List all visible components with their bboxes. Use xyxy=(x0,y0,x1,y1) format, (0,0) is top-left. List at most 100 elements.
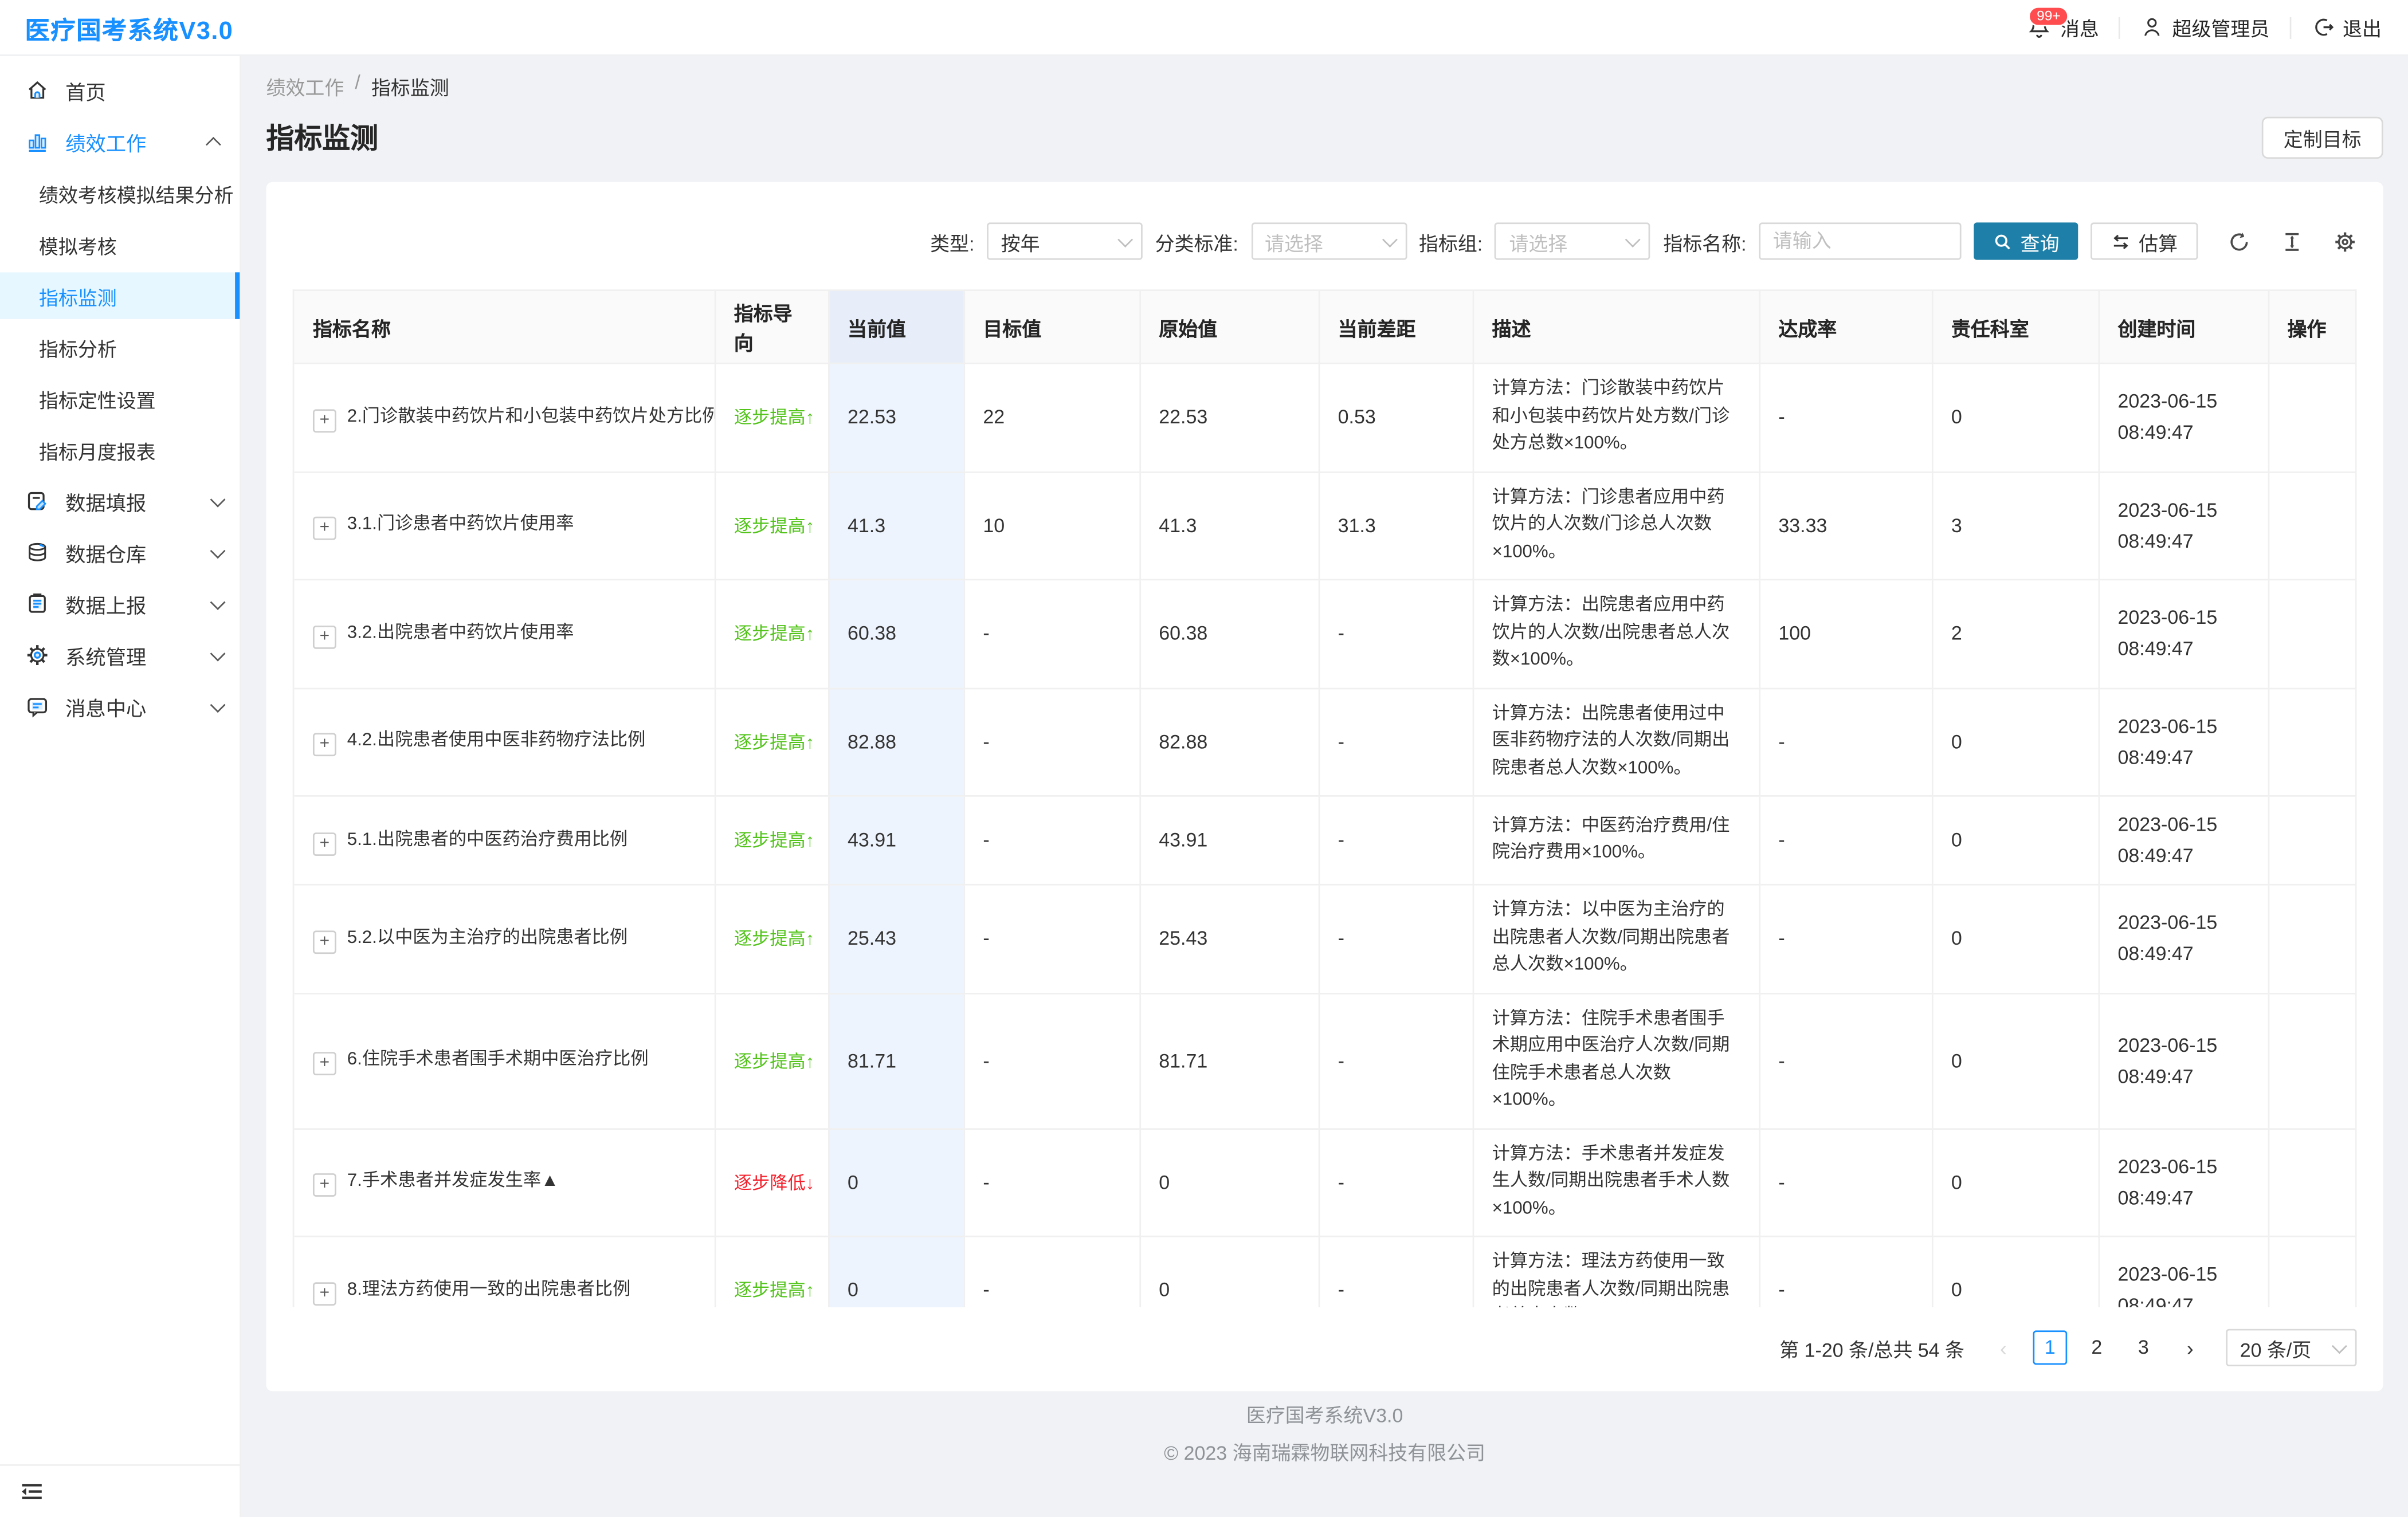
bell-icon: 99+ xyxy=(2027,15,2052,40)
page-number-2[interactable]: 2 xyxy=(2080,1330,2114,1365)
direction-value: 逐步提高↑ xyxy=(734,832,815,851)
settings-gear-icon[interactable] xyxy=(2334,230,2357,253)
col-created-time: 创建时间 xyxy=(2099,291,2268,363)
row-actions xyxy=(2268,471,2357,580)
responsible-dept: 0 xyxy=(1932,796,2099,885)
direction-value: 逐步提高↑ xyxy=(734,626,815,645)
subitem-label: 模拟考核 xyxy=(39,230,117,260)
created-time: 2023-06-15 08:49:47 xyxy=(2099,1236,2268,1307)
category-label: 分类标准: xyxy=(1155,226,1238,256)
achievement-rate: - xyxy=(1759,885,1932,993)
direction-value: 逐步提高↑ xyxy=(734,518,815,537)
filter-bar: 类型: 按年 分类标准: 请选择 指标组: 请选择 指标名称: xyxy=(293,222,2357,260)
sidebar-group-data-reporting[interactable]: 数据上报 xyxy=(0,580,240,627)
refresh-icon[interactable] xyxy=(2227,230,2251,253)
sidebar-footer xyxy=(0,1464,240,1517)
sidebar-group-data-warehouse[interactable]: 数据仓库 xyxy=(0,529,240,576)
page-number-1[interactable]: 1 xyxy=(2033,1330,2067,1365)
col-direction: 指标导向 xyxy=(715,291,828,363)
row-actions xyxy=(2268,1236,2357,1307)
page-number-3[interactable]: 3 xyxy=(2126,1330,2160,1365)
row-actions xyxy=(2268,580,2357,688)
indicator-name-input[interactable] xyxy=(1759,222,1961,260)
subitem-label: 指标月度报表 xyxy=(39,435,156,465)
target-value: 10 xyxy=(963,471,1139,580)
target-value: - xyxy=(963,1128,1139,1236)
row-height-icon[interactable] xyxy=(2280,230,2304,253)
subitem-label: 绩效考核模拟结果分析 xyxy=(39,178,234,208)
expand-row-button[interactable]: + xyxy=(313,1282,336,1306)
page-footer: 医疗国考系统V3.0 © 2023 海南瑞霖物联网科技有限公司 xyxy=(241,1405,2408,1466)
clipboard-icon xyxy=(25,591,49,616)
pagination-summary: 第 1-20 条/总共 54 条 xyxy=(1779,1333,1964,1363)
sidebar-item-home[interactable]: 首页 xyxy=(0,67,240,113)
sidebar-subitem-simulation-assessment[interactable]: 模拟考核 xyxy=(0,221,240,268)
current-gap-value: - xyxy=(1319,796,1473,885)
current-gap-value: - xyxy=(1319,580,1473,688)
table-row: +4.2.出院患者使用中医非药物疗法比例 逐步提高↑ 82.88 - 82.88… xyxy=(294,688,2356,796)
estimate-button[interactable]: 估算 xyxy=(2091,222,2198,260)
message-bubble-icon xyxy=(25,694,49,718)
expand-row-button[interactable]: + xyxy=(313,409,336,433)
col-responsible-dept: 责任科室 xyxy=(1932,291,2099,363)
expand-row-button[interactable]: + xyxy=(313,1052,336,1075)
app-root: 医疗国考系统V3.0 99+ 消息 超级管理员 退 xyxy=(0,0,2408,1517)
direction-value: 逐步降低↓ xyxy=(734,1174,815,1193)
responsible-dept: 0 xyxy=(1932,688,2099,796)
category-select[interactable]: 请选择 xyxy=(1251,222,1407,260)
chevron-down-icon xyxy=(1626,231,1641,247)
indicator-name: 2.门诊散装中药饮片和小包装中药饮片处方比例▲ xyxy=(347,407,715,426)
search-button[interactable]: 查询 xyxy=(1974,222,2078,260)
user-menu[interactable]: 超级管理员 xyxy=(2141,13,2269,42)
bar-chart-icon xyxy=(25,129,49,154)
expand-row-button[interactable]: + xyxy=(313,832,336,855)
home-icon xyxy=(25,78,49,103)
expand-row-button[interactable]: + xyxy=(313,733,336,757)
expand-row-button[interactable]: + xyxy=(313,930,336,954)
type-label: 类型: xyxy=(930,226,974,256)
sidebar-group-label: 消息中心 xyxy=(65,691,146,721)
message-count-badge: 99+ xyxy=(2029,6,2069,26)
type-select[interactable]: 按年 xyxy=(987,222,1143,260)
sidebar-group-system-management[interactable]: 系统管理 xyxy=(0,632,240,678)
page-title: 指标监测 xyxy=(266,117,378,158)
header-divider xyxy=(2290,17,2292,38)
sidebar-group-label: 数据填报 xyxy=(65,486,146,516)
user-icon xyxy=(2141,15,2164,39)
target-value: - xyxy=(963,885,1139,993)
custom-target-button[interactable]: 定制目标 xyxy=(2262,116,2383,158)
table-row: +5.2.以中医为主治疗的出院患者比例 逐步提高↑ 25.43 - 25.43 … xyxy=(294,885,2356,993)
sidebar-subitem-indicator-monitoring[interactable]: 指标监测 xyxy=(0,272,240,319)
sidebar-subitem-indicator-analysis[interactable]: 指标分析 xyxy=(0,324,240,370)
breadcrumb-parent[interactable]: 绩效工作 xyxy=(266,72,344,101)
expand-row-button[interactable]: + xyxy=(313,517,336,540)
achievement-rate: - xyxy=(1759,688,1932,796)
messages-button[interactable]: 99+ 消息 xyxy=(2027,13,2099,42)
indicator-name: 5.1.出院患者的中医药治疗费用比例 xyxy=(347,830,628,849)
sidebar-group-data-filling[interactable]: 数据填报 xyxy=(0,478,240,524)
document-pencil-icon xyxy=(25,489,49,513)
prev-page-button[interactable]: ‹ xyxy=(1986,1330,2021,1365)
target-value: - xyxy=(963,688,1139,796)
breadcrumb-separator: / xyxy=(355,72,360,101)
indicator-table-container[interactable]: 指标名称 指标导向 当前值 目标值 原始值 当前差距 描述 达成率 责任科室 创… xyxy=(293,289,2357,1307)
sidebar-subitem-performance-simulation-analysis[interactable]: 绩效考核模拟结果分析 xyxy=(0,170,240,216)
sidebar-subitem-indicator-monthly-report[interactable]: 指标月度报表 xyxy=(0,426,240,473)
expand-row-button[interactable]: + xyxy=(313,1174,336,1197)
expand-row-button[interactable]: + xyxy=(313,625,336,649)
collapse-sidebar-icon[interactable] xyxy=(19,1478,45,1504)
current-value: 60.38 xyxy=(828,580,963,688)
chevron-down-icon xyxy=(210,543,226,558)
pagination: 第 1-20 条/总共 54 条 ‹ 1 2 3 › 20 条/页 xyxy=(293,1329,2357,1366)
current-gap-value: - xyxy=(1319,885,1473,993)
logout-button[interactable]: 退出 xyxy=(2312,13,2382,42)
sidebar-subitem-indicator-qualitative-setting[interactable]: 指标定性设置 xyxy=(0,375,240,422)
logout-icon xyxy=(2312,15,2335,39)
sidebar-group-message-center[interactable]: 消息中心 xyxy=(0,683,240,729)
indicator-group-select[interactable]: 请选择 xyxy=(1495,222,1651,260)
next-page-button[interactable]: › xyxy=(2173,1330,2207,1365)
page-size-select[interactable]: 20 条/页 xyxy=(2226,1329,2356,1366)
sidebar-group-label: 绩效工作 xyxy=(65,127,146,156)
sidebar-group-label: 数据上报 xyxy=(65,589,146,619)
sidebar-group-performance[interactable]: 绩效工作 xyxy=(0,118,240,164)
